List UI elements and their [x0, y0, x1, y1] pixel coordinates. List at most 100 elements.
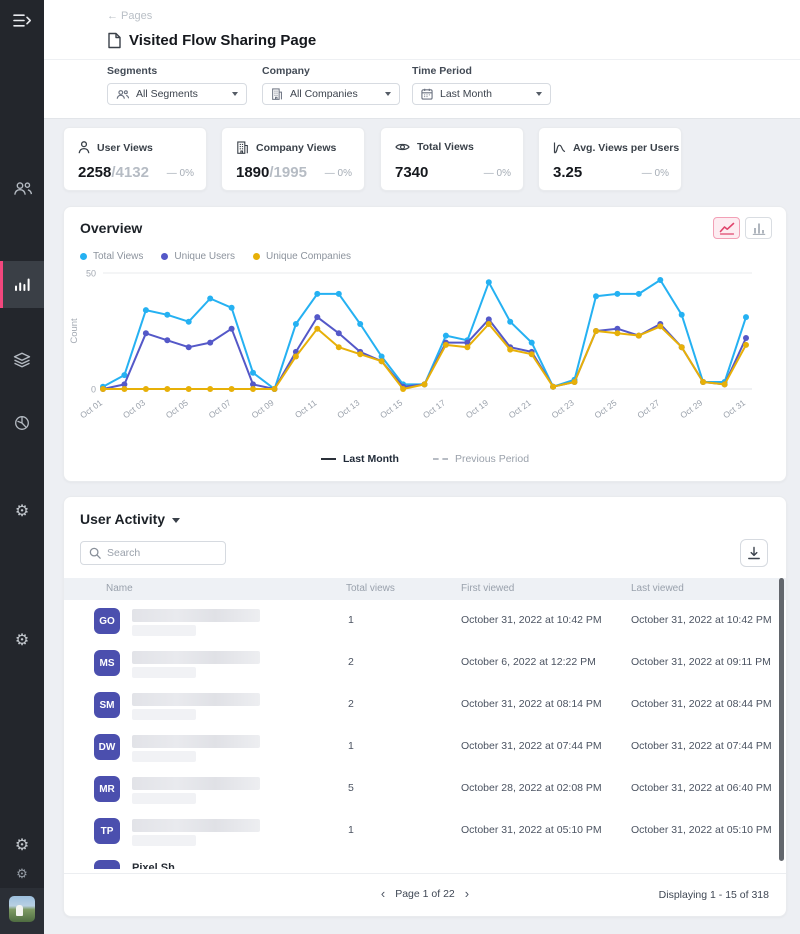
svg-text:Oct 19: Oct 19 [464, 397, 490, 420]
sidebar-item-layers[interactable] [0, 352, 44, 368]
stat-value: 3.25 [553, 164, 582, 181]
user-activity-title: User Activity [80, 511, 165, 527]
time-period-select[interactable]: Last Month [412, 83, 551, 105]
download-icon [747, 546, 761, 560]
sidebar-item-app-1[interactable]: ⚙ [0, 504, 44, 520]
svg-text:Oct 07: Oct 07 [207, 397, 233, 420]
sidebar-item-reports[interactable] [0, 415, 44, 431]
line-chart-toggle-button[interactable] [713, 217, 740, 239]
search-input[interactable] [107, 547, 217, 559]
table-row[interactable]: MS 2 October 6, 2022 at 12:22 PM October… [64, 642, 786, 684]
chart-type-toggle [713, 217, 772, 239]
period-legend: Last Month Previous Period [64, 453, 786, 465]
total-views-cell: 5 [348, 782, 354, 794]
legend-dot [253, 253, 260, 260]
segments-select-value: All Segments [136, 88, 198, 100]
table-row[interactable]: SM 2 October 31, 2022 at 08:14 PM Octobe… [64, 684, 786, 726]
next-page-button[interactable]: › [465, 887, 469, 900]
svg-text:Oct 01: Oct 01 [78, 397, 104, 420]
stat-label: Total Views [417, 141, 474, 153]
svg-text:Oct 27: Oct 27 [635, 397, 661, 420]
bar-chart-icon [752, 222, 766, 235]
table-row[interactable]: DW 1 October 31, 2022 at 07:44 PM Octobe… [64, 726, 786, 768]
last-viewed-cell: October 31, 2022 at 09:11 PM [631, 656, 771, 668]
table-scrollbar-thumb[interactable] [779, 578, 784, 861]
menu-toggle-button[interactable] [0, 13, 44, 28]
legend-unique-companies[interactable]: Unique Companies [253, 251, 351, 262]
time-period-select-value: Last Month [440, 88, 492, 100]
redacted-name-bar [132, 819, 260, 832]
user-avatar[interactable] [9, 896, 35, 922]
filter-bar: Segments All Segments Company All Compan… [44, 60, 800, 119]
overview-chart-svg: 500CountOct 01Oct 03Oct 05Oct 07Oct 09Oc… [68, 263, 774, 425]
sidebar-item-audience[interactable] [0, 181, 44, 196]
redacted-name-bar [132, 735, 260, 748]
gear-icon: ⚙ [15, 633, 29, 649]
stat-secondary-value: /4132 [111, 164, 149, 181]
svg-text:Count: Count [69, 318, 80, 344]
overview-panel: Overview Total Views Unique Users Unique… [63, 206, 787, 482]
gear-icon: ⚙ [15, 838, 29, 854]
redacted-subtitle-bar [132, 751, 196, 762]
company-filter-label: Company [262, 65, 400, 77]
total-views-cell: 1 [348, 824, 354, 836]
sidebar-item-app-3[interactable]: ⚙ [0, 838, 44, 854]
eye-icon [395, 142, 410, 152]
user-activity-title-dropdown[interactable]: User Activity [80, 511, 180, 527]
table-rows: GO 1 October 31, 2022 at 10:42 PM Octobe… [64, 600, 786, 869]
page-header: ← Pages Visited Flow Sharing Page [44, 0, 800, 60]
segments-select[interactable]: All Segments [107, 83, 247, 105]
redacted-subtitle-bar [132, 835, 196, 846]
table-row[interactable]: TP 1 October 31, 2022 at 05:10 PM Octobe… [64, 810, 786, 852]
svg-text:Oct 29: Oct 29 [678, 397, 704, 420]
chevron-down-icon [536, 92, 542, 96]
redacted-subtitle-bar [132, 667, 196, 678]
legend-unique-users[interactable]: Unique Users [161, 251, 235, 262]
breadcrumb[interactable]: ← Pages [107, 10, 152, 22]
svg-text:Oct 05: Oct 05 [164, 397, 190, 420]
stat-secondary-value: /1995 [269, 164, 307, 181]
bar-chart-toggle-button[interactable] [745, 217, 772, 239]
stat-card-user-views: User Views 2258/4132 — 0% [63, 127, 207, 191]
stat-delta: — 0% [325, 168, 352, 179]
legend-dot [161, 253, 168, 260]
sidebar-avatar-strip [0, 888, 44, 934]
stat-value: 2258 [78, 164, 111, 181]
redacted-name-bar [132, 609, 260, 622]
stat-delta: — 0% [484, 168, 511, 179]
hamburger-icon [12, 13, 32, 28]
last-viewed-cell: October 31, 2022 at 07:44 PM [631, 740, 772, 752]
stat-label: User Views [97, 142, 153, 154]
redacted-name-bar [132, 693, 260, 706]
sidebar-item-app-2[interactable]: ⚙ [0, 633, 44, 649]
table-row[interactable]: MR 5 October 28, 2022 at 02:08 PM Octobe… [64, 768, 786, 810]
layers-icon [13, 352, 31, 368]
column-header-last-viewed: Last viewed [631, 583, 684, 594]
first-viewed-cell: October 31, 2022 at 07:44 PM [461, 740, 602, 752]
sidebar-item-analytics[interactable] [0, 278, 44, 291]
redacted-subtitle-bar [132, 625, 196, 636]
last-viewed-cell: October 31, 2022 at 10:42 PM [631, 614, 772, 626]
search-icon [89, 547, 101, 559]
avatar: DW [94, 734, 120, 760]
calendar-icon [421, 88, 433, 100]
stat-label: Avg. Views per Users [573, 142, 679, 154]
table-row[interactable]: GO 1 October 31, 2022 at 10:42 PM Octobe… [64, 600, 786, 642]
legend-last-month[interactable]: Last Month [321, 453, 399, 465]
stat-card-avg-views: Avg. Views per Users 3.25 — 0% [538, 127, 682, 191]
previous-page-button[interactable]: ‹ [381, 887, 385, 900]
table-row-partial[interactable]: Pixel Sh [64, 852, 786, 869]
sidebar: ⚙ ⚙ ⚙ ⚙ [0, 0, 44, 934]
sidebar-item-settings[interactable]: ⚙ [0, 867, 44, 880]
legend-previous-period[interactable]: Previous Period [433, 453, 529, 465]
total-views-cell: 1 [348, 614, 354, 626]
segments-users-icon [116, 89, 129, 100]
svg-text:Oct 21: Oct 21 [507, 397, 533, 420]
search-box [80, 541, 226, 565]
svg-text:Oct 25: Oct 25 [592, 397, 618, 420]
company-select[interactable]: All Companies [262, 83, 400, 105]
stat-label: Company Views [256, 142, 336, 154]
legend-total-views[interactable]: Total Views [80, 251, 143, 262]
overview-title: Overview [80, 220, 142, 236]
download-button[interactable] [740, 539, 768, 567]
